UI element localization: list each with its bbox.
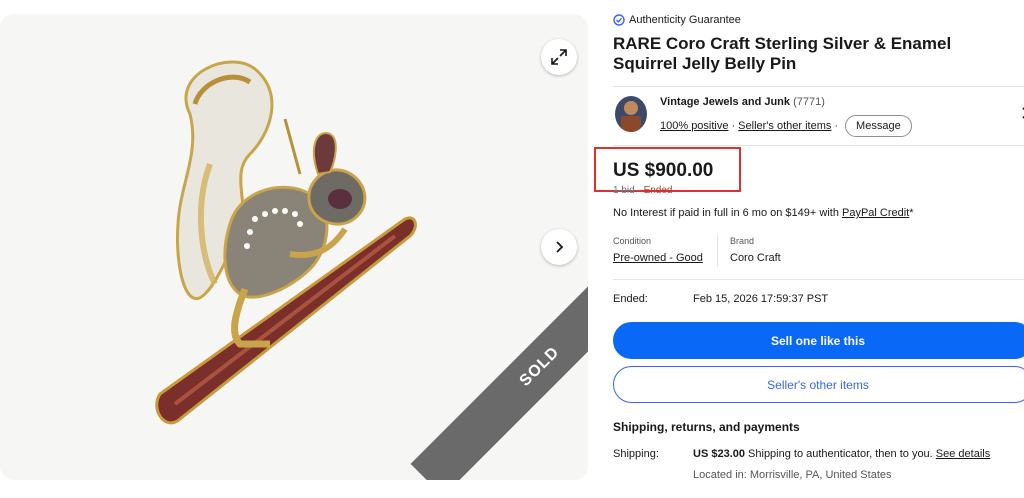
listing-ended-status: Ended [643,185,673,196]
vertical-divider [717,235,718,267]
paypal-credit-link[interactable]: PayPal Credit [842,207,909,219]
seller-other-items-link[interactable]: Seller's other items [738,120,831,132]
separator: · [731,120,736,132]
seller-name-row[interactable]: Vintage Jewels and Junk (7771) [660,96,825,108]
brand-value: Coro Craft [730,252,781,264]
financing-offer: No Interest if paid in full in 6 mo on $… [613,207,914,219]
seller-card: Vintage Jewels and Junk (7771) 100% posi… [613,96,1024,137]
seller-links: 100% positive · Seller's other items · M… [660,115,912,137]
brand-label: Brand [730,236,755,246]
condition-value[interactable]: Pre-owned - Good [613,252,703,264]
price: US $900.00 [613,160,714,181]
authenticity-guarantee[interactable]: Authenticity Guarantee [613,14,741,26]
seller-feedback-count: (7771) [793,96,825,108]
shipping-value: US $23.00 Shipping to authenticator, the… [693,448,990,460]
shipping-description: Shipping to authenticator, then to you. [744,448,936,460]
ended-value: Feb 15, 2026 17:59:37 PST [693,293,829,305]
ended-label: Ended: [613,293,648,305]
shipping-heading: Shipping, returns, and payments [613,420,800,434]
financing-suffix: * [909,207,914,219]
divider [613,86,1024,87]
chevron-right-icon[interactable] [1020,106,1024,120]
divider [613,279,1024,280]
divider [613,145,1024,146]
expand-image-button[interactable] [541,39,577,75]
positive-feedback-link[interactable]: 100% positive [660,120,729,132]
shipping-price: US $23.00 [693,448,745,460]
sell-one-like-this-button[interactable]: Sell one like this [613,322,1024,359]
condition-label: Condition [613,236,652,246]
bid-count[interactable]: 1 bid [613,185,635,196]
verified-check-icon [613,14,625,26]
see-details-link[interactable]: See details [936,448,990,460]
expand-icon [551,49,567,65]
sellers-other-items-button[interactable]: Seller's other items [613,366,1024,403]
listing-details: Authenticity Guarantee RARE Coro Craft S… [594,0,1024,498]
image-gallery: SOLD [0,14,588,480]
item-title: RARE Coro Craft Sterling Silver & Enamel… [613,34,952,73]
shipping-label: Shipping: [613,448,659,460]
chevron-right-icon [556,241,564,253]
seller-avatar[interactable] [615,96,647,132]
separator: · [834,120,839,132]
message-button[interactable]: Message [845,115,912,137]
seller-name[interactable]: Vintage Jewels and Junk [660,96,790,108]
authenticity-label: Authenticity Guarantee [629,14,741,26]
bid-status: 1 bid · Ended [613,185,673,196]
item-location: Located in: Morrisville, PA, United Stat… [693,469,892,481]
bid-separator: · [634,185,644,196]
next-image-button[interactable] [541,229,577,265]
financing-text: No Interest if paid in full in 6 mo on $… [613,207,842,219]
